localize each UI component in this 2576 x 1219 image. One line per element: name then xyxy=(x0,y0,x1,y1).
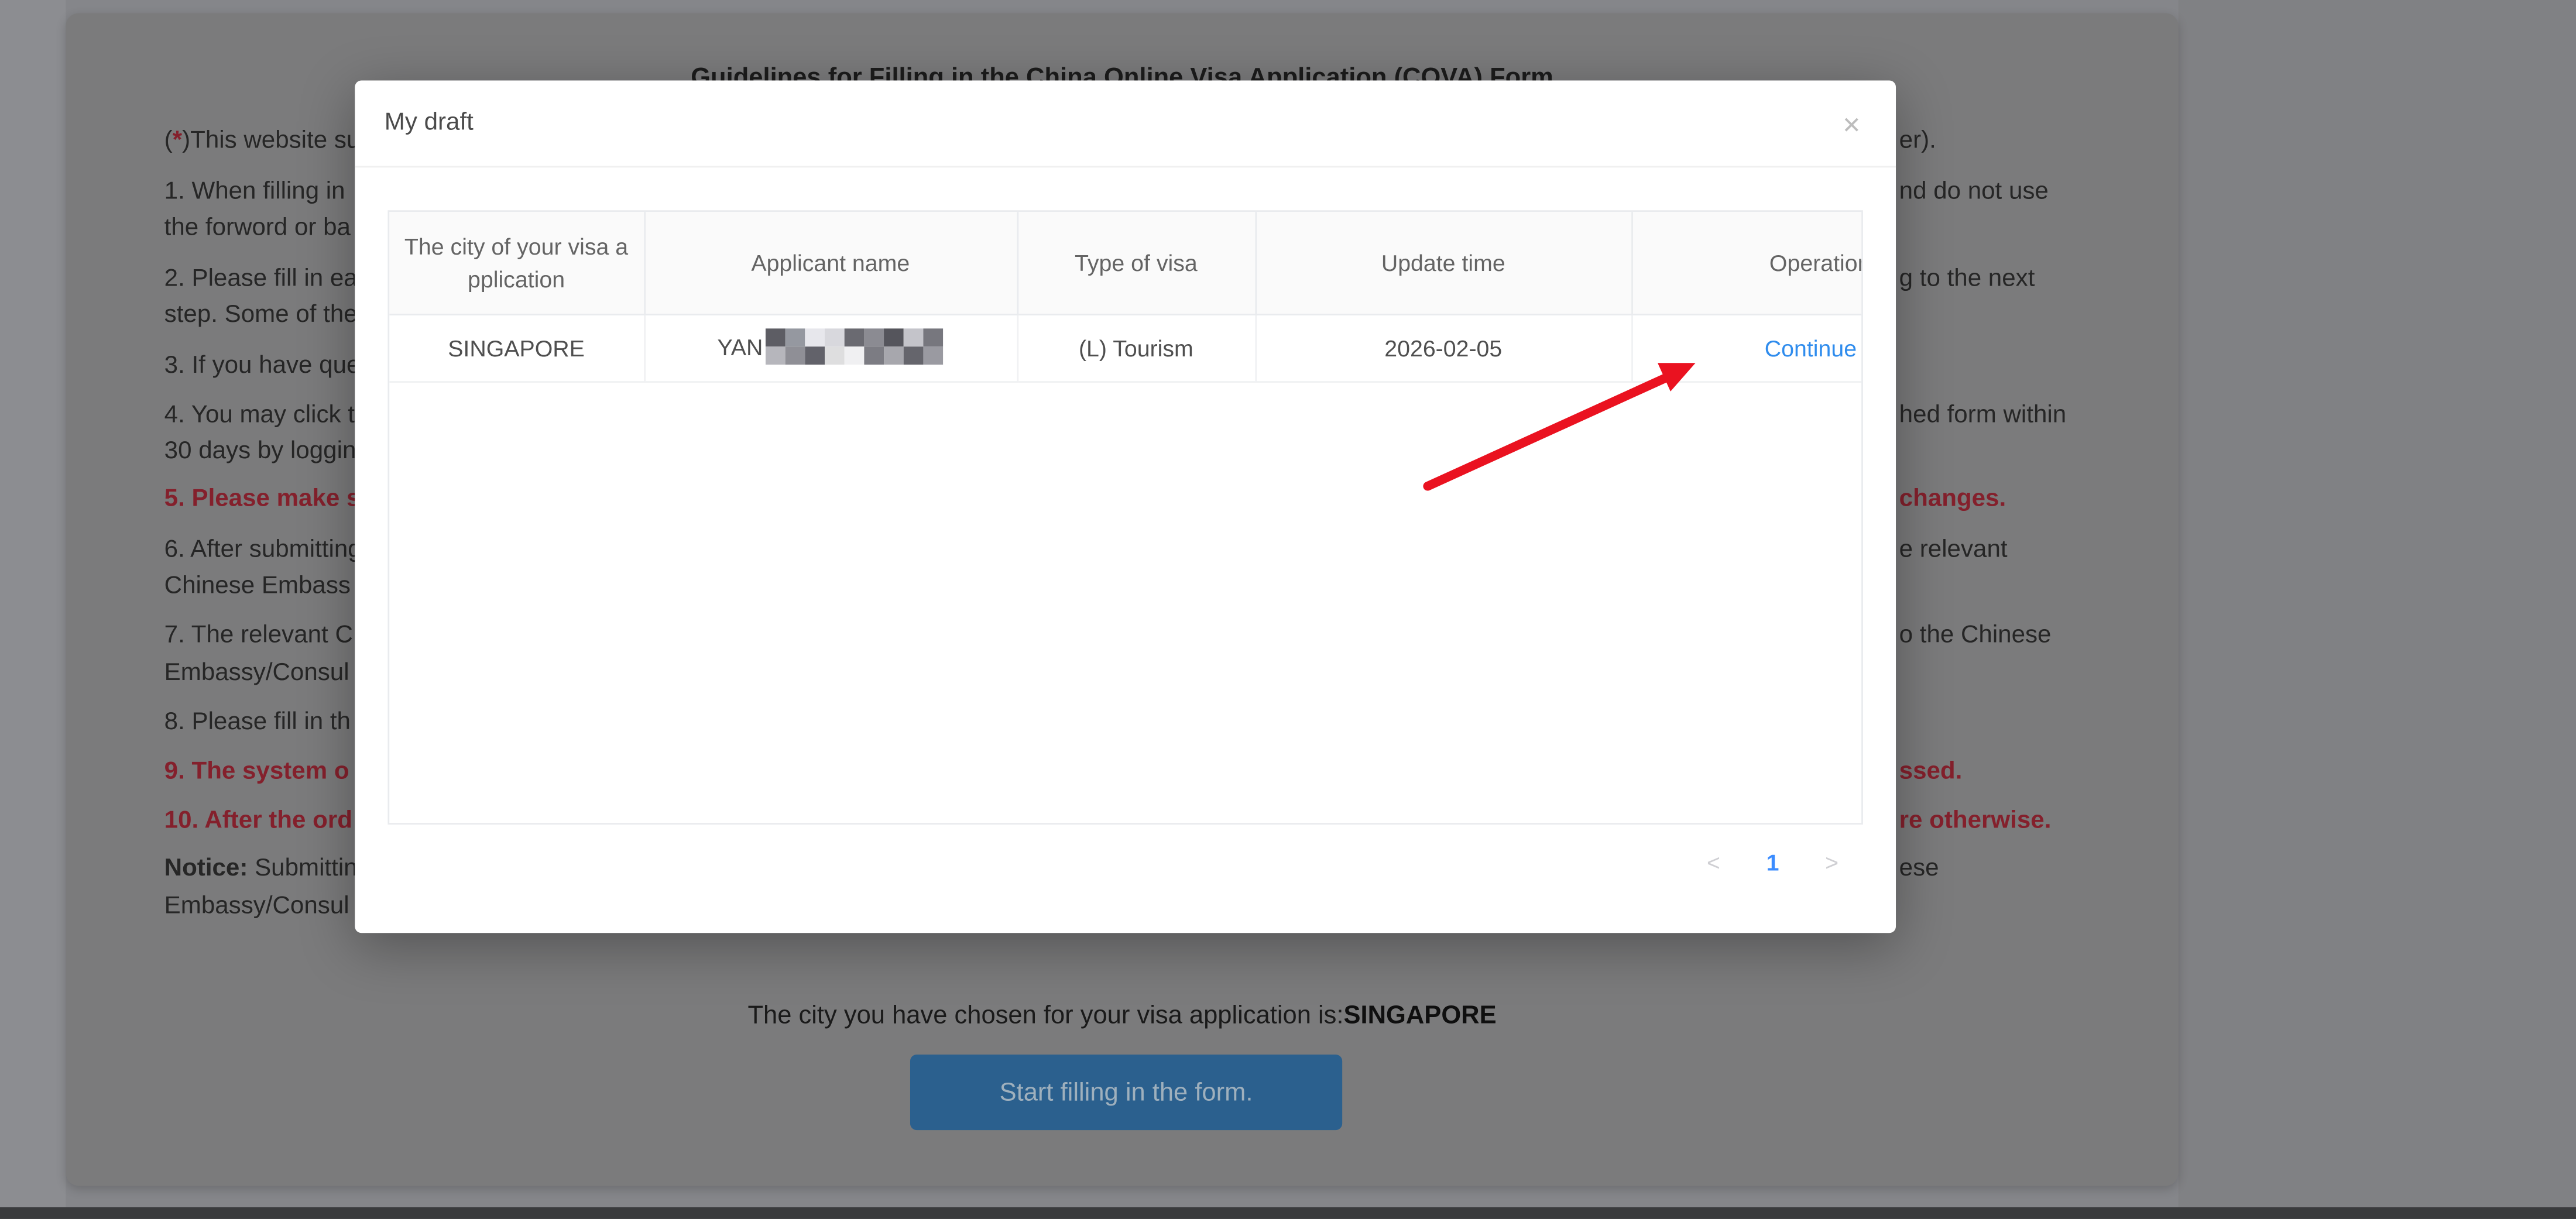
pagination-next-icon[interactable]: > xyxy=(1810,841,1853,884)
browser-right-gutter xyxy=(2179,0,2576,1207)
guideline-text-fragment: 30 days by loggin xyxy=(164,435,356,468)
guideline-text-fragment: changes. xyxy=(1899,483,2006,516)
draft-table-container: The city of your visa applicationApplica… xyxy=(387,210,1863,825)
guideline-text-fragment: 5. Please make s xyxy=(164,483,361,516)
draft-table-header-row: The city of your visa applicationApplica… xyxy=(389,212,1863,314)
chosen-city-value: SINGAPORE xyxy=(1344,1002,1497,1030)
my-draft-modal: My draft ✕ The city of your visa applica… xyxy=(355,81,1896,933)
draft-table: The city of your visa applicationApplica… xyxy=(389,212,1863,383)
guideline-text-fragment: ssed. xyxy=(1899,756,1963,788)
guideline-text-fragment: e relevant xyxy=(1899,534,2008,566)
guideline-text-fragment: Chinese Embass xyxy=(164,570,351,603)
pagination-page-1[interactable]: 1 xyxy=(1751,841,1794,884)
close-icon[interactable]: ✕ xyxy=(1820,94,1883,156)
guideline-text-fragment: re otherwise. xyxy=(1899,805,2052,837)
guideline-text-fragment: 2. Please fill in ea xyxy=(164,263,358,296)
guideline-text-fragment: o the Chinese xyxy=(1899,619,2052,652)
cell-visa-type: (L) Tourism xyxy=(1017,315,1255,382)
guideline-text-fragment: the forword or ba xyxy=(164,212,351,245)
cell-city: SINGAPORE xyxy=(389,315,644,382)
guideline-text-fragment: ese xyxy=(1899,853,1939,885)
modal-title: My draft xyxy=(385,81,474,166)
cell-operation: Continue to fill in t xyxy=(1631,315,1863,382)
guideline-text-fragment: 3. If you have que xyxy=(164,350,361,383)
guideline-text-fragment: 9. The system o xyxy=(164,756,349,788)
guideline-text-fragment: hed form within xyxy=(1899,399,2067,432)
cell-applicant: YAN xyxy=(644,315,1017,382)
guideline-text-fragment: 6. After submitting xyxy=(164,534,362,566)
column-header: Update time xyxy=(1255,212,1631,314)
chosen-city-line: The city you have chosen for your visa a… xyxy=(66,1002,2179,1032)
guideline-text-fragment: er). xyxy=(1899,125,1936,157)
guideline-text-fragment: 8. Please fill in th xyxy=(164,706,351,739)
guideline-text-fragment: 1. When filling in xyxy=(164,176,345,208)
column-header: Operation xyxy=(1631,212,1863,314)
pagination: < 1 > xyxy=(1692,841,1853,884)
pagination-prev-icon[interactable]: < xyxy=(1692,841,1735,884)
continue-to-fill-link[interactable]: Continue to fill in t xyxy=(1692,335,1863,362)
applicant-name-visible: YAN xyxy=(718,333,763,359)
guideline-text-fragment: step. Some of the xyxy=(164,299,358,332)
applicant-name-redaction xyxy=(766,328,944,364)
screen: Guidelines for Filling in the China Onli… xyxy=(0,0,2576,1218)
guideline-text-fragment: nd do not use xyxy=(1899,176,2049,208)
start-filling-form-button[interactable]: Start filling in the form. xyxy=(910,1055,1342,1130)
guideline-text-fragment: (*)This website su xyxy=(164,125,361,157)
guideline-text-fragment: Notice: Submittin xyxy=(164,853,358,885)
cell-update-time: 2026-02-05 xyxy=(1255,315,1631,382)
window-bottom-edge xyxy=(0,1207,2576,1219)
draft-table-row: SINGAPORE YAN (L) Tourism 2026-02-05 Con… xyxy=(389,315,1863,382)
chosen-city-label: The city you have chosen for your visa a… xyxy=(747,1002,1343,1030)
guideline-text-fragment: g to the next xyxy=(1899,263,2035,296)
guideline-text-fragment: 10. After the ord xyxy=(164,805,352,837)
guideline-text-fragment: Embassy/Consul xyxy=(164,657,349,690)
column-header: The city of your visa application xyxy=(389,212,644,314)
guideline-text-fragment: 4. You may click t xyxy=(164,399,355,432)
guideline-text-fragment: Embassy/Consul xyxy=(164,890,349,923)
column-header: Type of visa xyxy=(1017,212,1255,314)
modal-header: My draft ✕ xyxy=(355,81,1896,168)
guideline-text-fragment: 7. The relevant C xyxy=(164,619,353,652)
browser-left-gutter xyxy=(0,0,66,1207)
column-header: Applicant name xyxy=(644,212,1017,314)
